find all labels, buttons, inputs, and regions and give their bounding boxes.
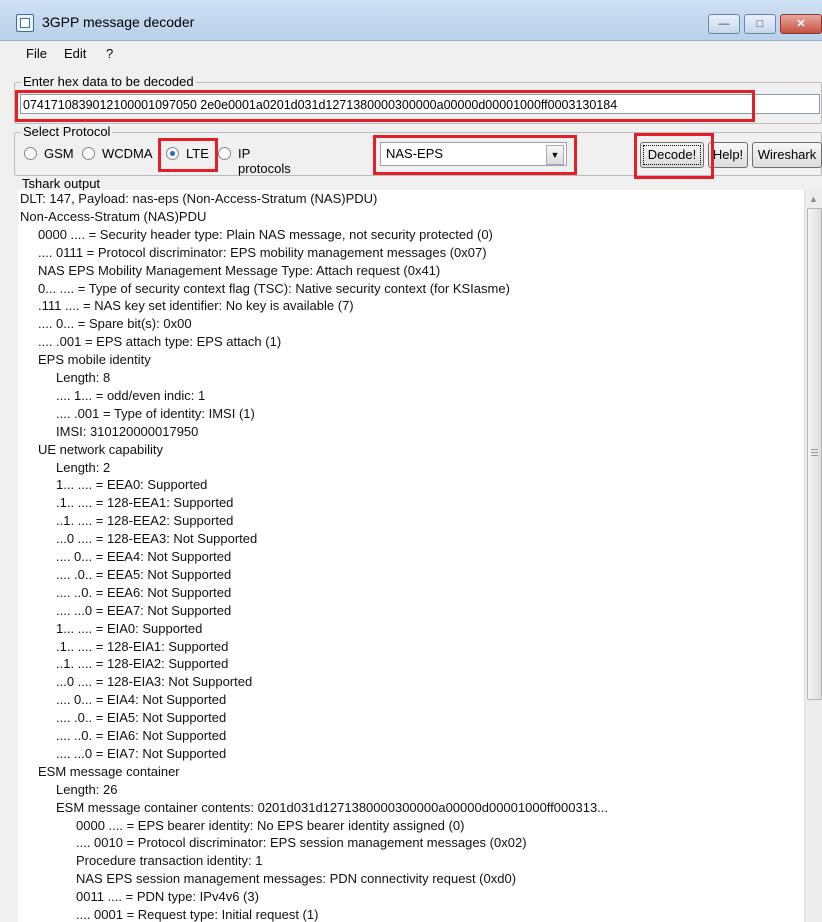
output-line: ...0 .... = 128-EEA3: Not Supported <box>56 531 258 547</box>
output-line: .... 0001 = Request type: Initial reques… <box>76 907 319 922</box>
output-line: DLT: 147, Payload: nas-eps (Non-Access-S… <box>20 191 378 206</box>
output-line: .... .001 = Type of identity: IMSI (1) <box>56 405 255 421</box>
output-line: .... .0.. = EEA5: Not Supported <box>56 566 232 582</box>
output-line: NAS EPS session management messages: PDN… <box>76 871 517 887</box>
output-line: .... 0... = EEA4: Not Supported <box>56 549 232 564</box>
output-line: 0000 .... = Security header type: Plain … <box>38 226 493 242</box>
radio-button[interactable] <box>24 147 37 160</box>
scroll-up-icon[interactable]: ▲ <box>809 194 818 204</box>
output-line: 0... .... = Type of security context fla… <box>38 280 510 296</box>
hex-input[interactable]: 0741710839012100001097050 2e0e0001a0201d… <box>20 94 820 114</box>
output-line: .... ...0 = EEA7: Not Supported <box>56 602 232 618</box>
maximize-button[interactable]: □ <box>744 14 776 34</box>
radio-button-selected[interactable] <box>166 147 179 160</box>
help-button[interactable]: Help! <box>708 142 748 168</box>
hex-group-label: Enter hex data to be decoded <box>21 74 196 89</box>
output-line: EPS mobile identity <box>38 352 151 368</box>
radio-button[interactable] <box>218 147 231 160</box>
output-line: .... .001 = EPS attach type: EPS attach … <box>38 334 282 350</box>
scroll-thumb[interactable] <box>807 208 822 700</box>
output-line: Non-Access-Stratum (NAS)PDU <box>20 208 207 224</box>
output-line: .... .0.. = EIA5: Not Supported <box>56 710 227 726</box>
menu-help[interactable]: ? <box>106 46 113 61</box>
output-line: .... 1... = odd/even indic: 1 <box>56 387 206 403</box>
output-line: .... 0111 = Protocol discriminator: EPS … <box>38 244 487 260</box>
output-line: 0000 .... = EPS bearer identity: No EPS … <box>76 817 465 833</box>
radio-label-gsm: GSM <box>44 146 74 161</box>
menu-file[interactable]: File <box>26 46 47 61</box>
protocol-group-label: Select Protocol <box>21 124 113 139</box>
output-line: Length: 8 <box>56 370 111 385</box>
output-line: NAS EPS Mobility Management Message Type… <box>38 262 441 278</box>
output-line: 1... .... = EIA0: Supported <box>56 620 203 636</box>
output-line: UE network capability <box>38 441 163 457</box>
output-line: IMSI: 310120000017950 <box>56 423 199 439</box>
output-line: Procedure transaction identity: 1 <box>76 853 263 869</box>
output-line: .... 0... = EIA4: Not Supported <box>56 692 227 708</box>
title-bar[interactable]: 3GPP message decoder — □ ✕ <box>0 0 822 41</box>
menu-bar: File Edit ? <box>0 42 822 64</box>
output-line: 0011 .... = PDN type: IPv4v6 (3) <box>76 889 259 905</box>
output-line: ...0 .... = 128-EIA3: Not Supported <box>56 674 253 690</box>
grip-line <box>811 455 818 456</box>
minimize-button[interactable]: — <box>708 14 740 34</box>
window-title: 3GPP message decoder <box>42 14 195 30</box>
chevron-down-icon[interactable]: ▼ <box>546 145 564 165</box>
radio-label-wcdma: WCDMA <box>102 146 153 161</box>
output-line: Length: 26 <box>56 781 118 797</box>
wireshark-button[interactable]: Wireshark <box>752 142 822 168</box>
radio-button[interactable] <box>82 147 95 160</box>
output-line: .111 .... = NAS key set identifier: No k… <box>38 298 354 314</box>
menu-edit[interactable]: Edit <box>64 46 86 61</box>
decode-button[interactable]: Decode! <box>640 142 704 168</box>
output-line: ESM message container <box>38 763 180 779</box>
protocol-select[interactable]: NAS-EPS ▼ <box>380 142 567 166</box>
grip-line <box>811 452 818 453</box>
grip-line <box>811 449 818 450</box>
app-icon <box>16 14 34 32</box>
output-line: .... 0... = Spare bit(s): 0x00 <box>38 316 192 332</box>
output-line: .1.. .... = 128-EEA1: Supported <box>56 495 234 511</box>
vertical-scrollbar[interactable]: ▲ <box>804 190 822 922</box>
protocol-select-value: NAS-EPS <box>386 146 444 161</box>
decoder-window: 3GPP message decoder — □ ✕ File Edit ? E… <box>0 0 822 922</box>
radio-label-lte: LTE <box>186 146 209 161</box>
output-line: ESM message container contents: 0201d031… <box>56 799 609 815</box>
output-line: .... ..0. = EIA6: Not Supported <box>56 728 227 743</box>
output-line: .... ...0 = EIA7: Not Supported <box>56 745 227 761</box>
close-button[interactable]: ✕ <box>780 14 822 34</box>
output-line: .1.. .... = 128-EIA1: Supported <box>56 638 229 654</box>
output-line: .... ..0. = EEA6: Not Supported <box>56 584 232 600</box>
output-line: 1... .... = EEA0: Supported <box>56 477 208 493</box>
output-line: .... 0010 = Protocol discriminator: EPS … <box>76 835 527 851</box>
radio-label-ip: IP protocols <box>238 146 291 176</box>
tshark-output-label: Tshark output <box>22 176 101 191</box>
tshark-output[interactable]: DLT: 147, Payload: nas-eps (Non-Access-S… <box>18 190 804 922</box>
output-line: ..1. .... = 128-EEA2: Supported <box>56 513 234 529</box>
output-line: Length: 2 <box>56 459 111 475</box>
output-line: ..1. .... = 128-EIA2: Supported <box>56 656 229 672</box>
